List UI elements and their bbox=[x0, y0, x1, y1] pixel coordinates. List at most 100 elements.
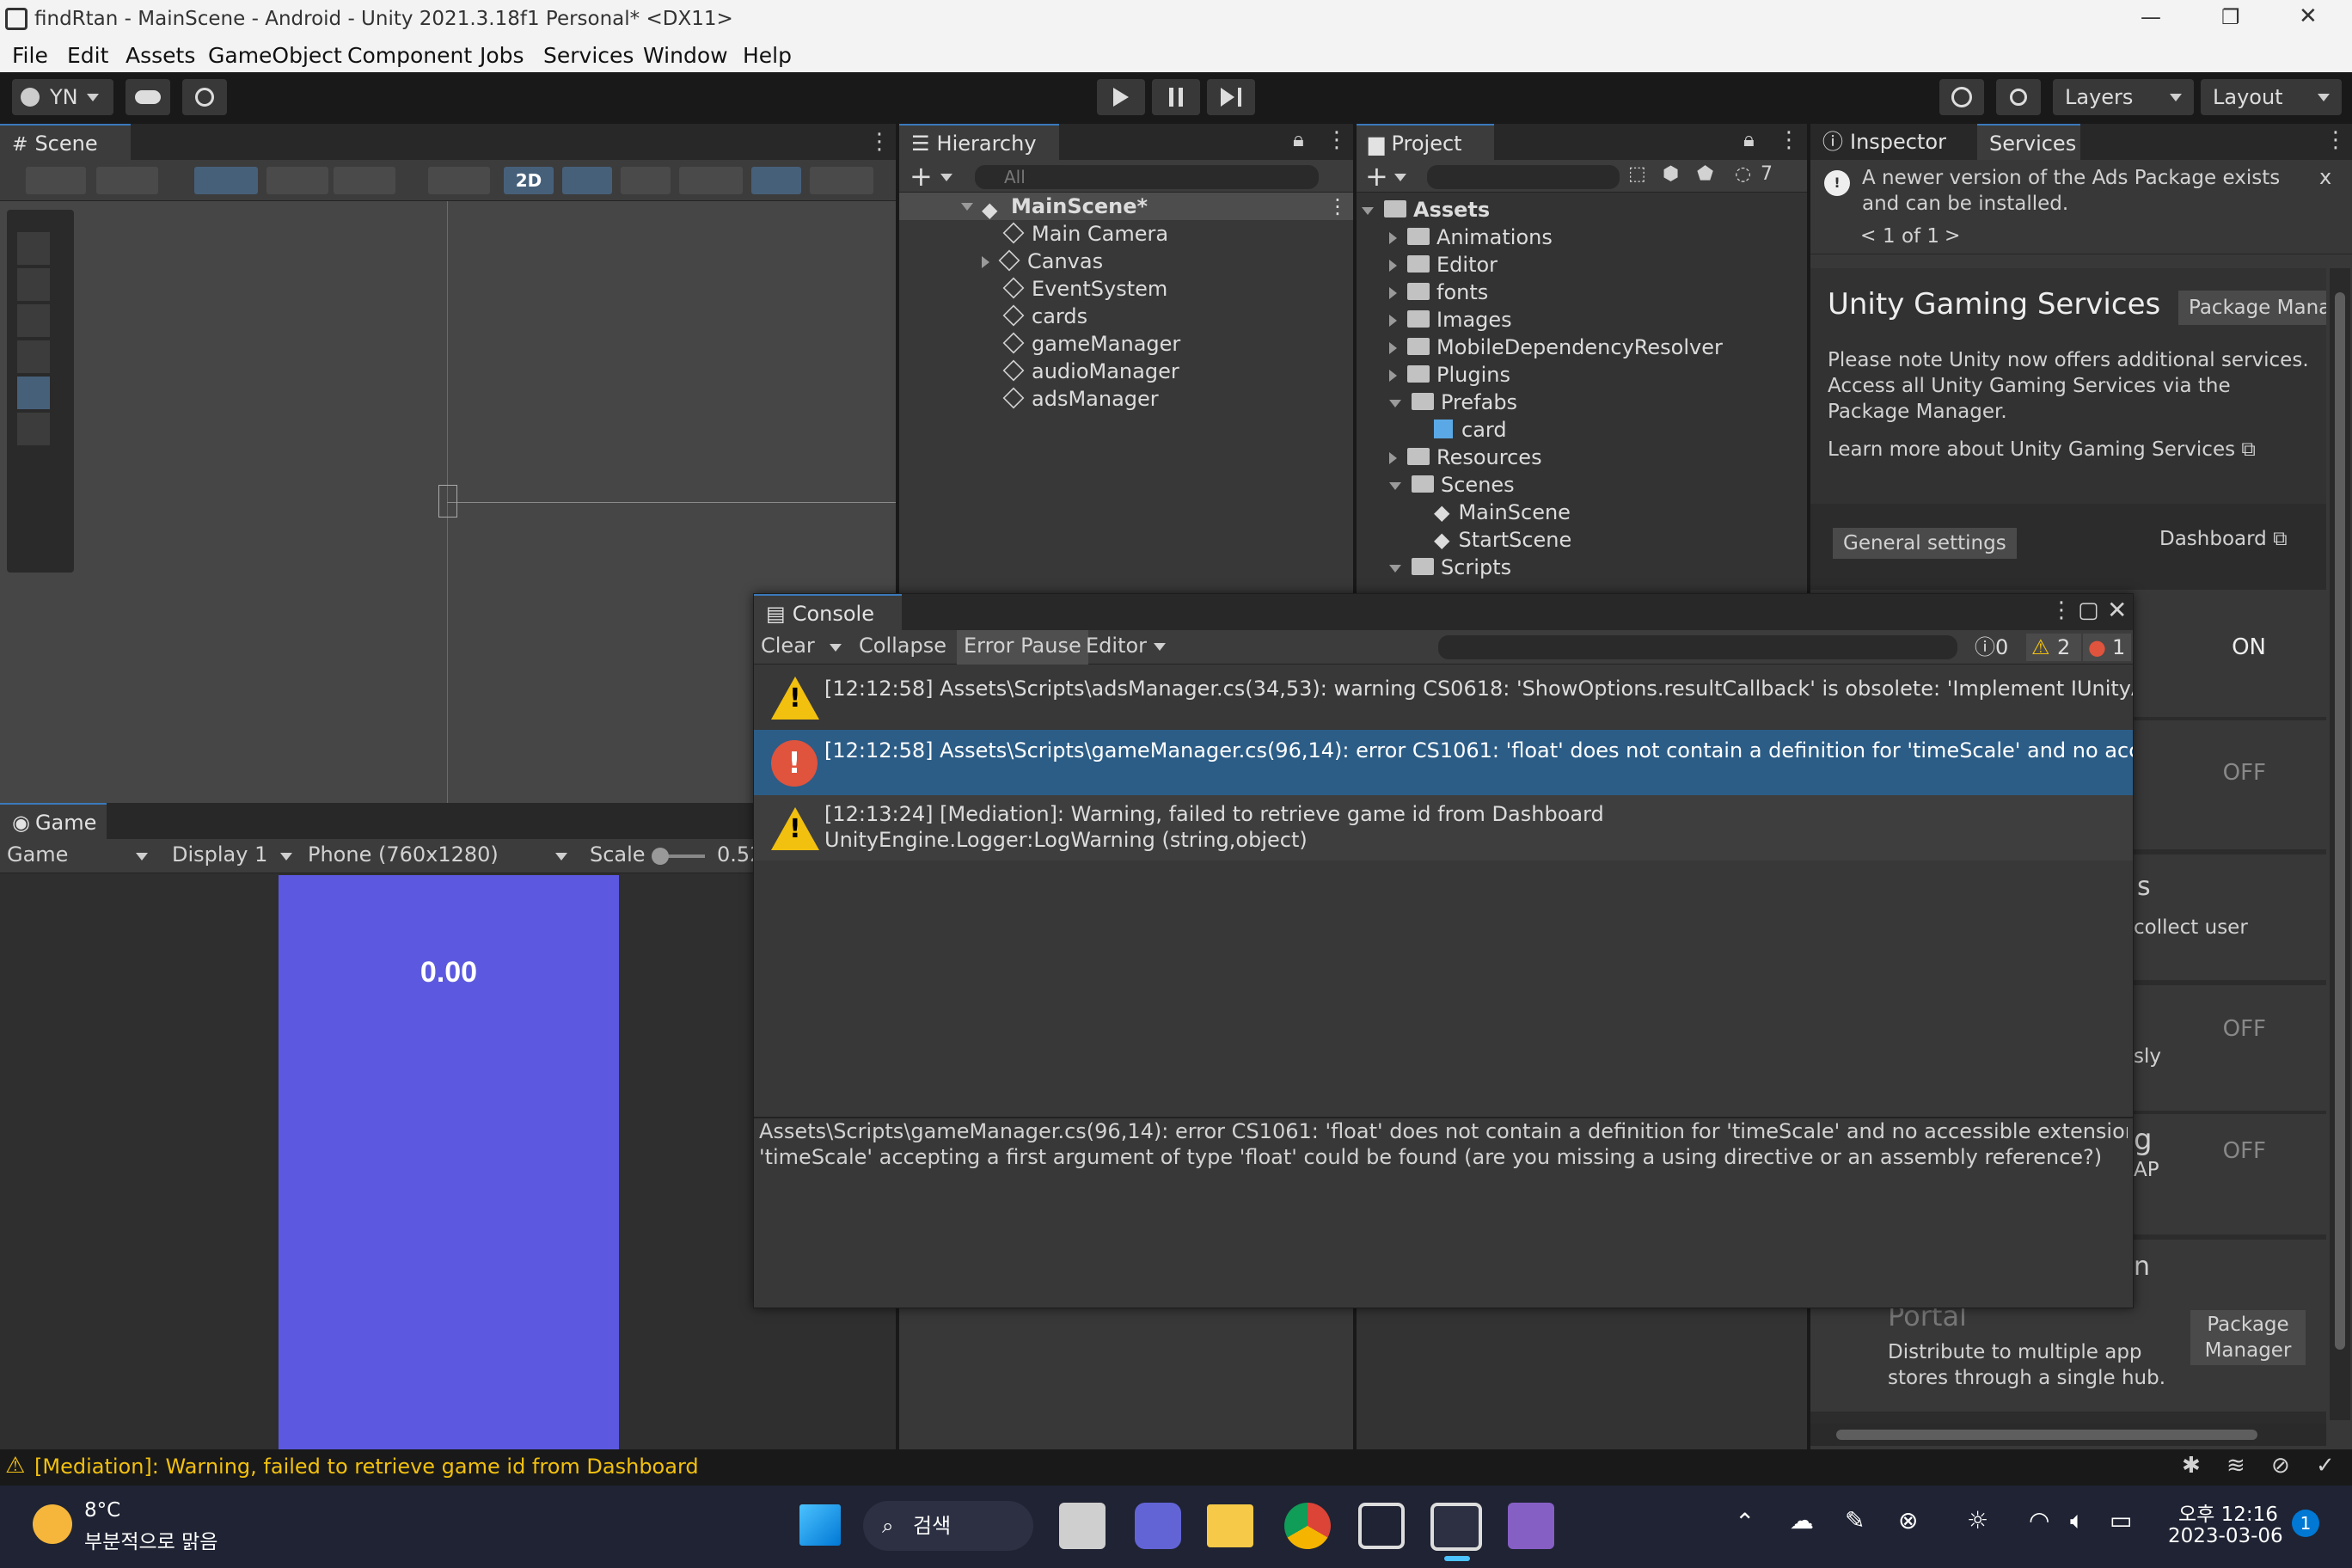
task-view-icon[interactable] bbox=[1059, 1503, 1106, 1549]
expand-arrow-icon[interactable] bbox=[961, 203, 973, 211]
close-button[interactable]: ✕ bbox=[2299, 3, 2318, 29]
check-icon[interactable]: ✓ bbox=[2316, 1453, 2335, 1479]
file-explorer-icon[interactable] bbox=[1207, 1504, 1253, 1547]
play-button[interactable] bbox=[1097, 79, 1145, 115]
rotate-tool-icon[interactable] bbox=[17, 304, 50, 337]
status-message[interactable]: [Mediation]: Warning, failed to retrieve… bbox=[34, 1455, 699, 1479]
clock-date[interactable]: 2023-03-06 bbox=[2168, 1525, 2283, 1547]
collapse-arrow-icon[interactable] bbox=[1389, 232, 1397, 244]
package-manager-button[interactable]: Package Manager bbox=[2190, 1310, 2306, 1365]
onedrive-icon[interactable]: ☁ bbox=[1790, 1506, 1814, 1534]
collapse-arrow-icon[interactable] bbox=[1389, 342, 1397, 354]
console-search-input[interactable] bbox=[1438, 635, 1957, 659]
hierarchy-search-input[interactable]: All bbox=[975, 165, 1319, 189]
audio-toggle[interactable] bbox=[621, 167, 671, 194]
expand-arrow-icon[interactable] bbox=[1389, 481, 1401, 490]
weather-icon[interactable] bbox=[33, 1504, 72, 1544]
project-folder-assets[interactable]: Assets bbox=[1362, 196, 1490, 224]
collapse-arrow-icon[interactable] bbox=[1389, 370, 1397, 382]
editor-dropdown[interactable]: Editor bbox=[1086, 634, 1166, 658]
history-button[interactable] bbox=[1939, 79, 1984, 115]
chevron-up-icon[interactable]: ⌃ bbox=[1735, 1508, 1755, 1536]
cloud-button[interactable] bbox=[126, 79, 170, 115]
tab-scene[interactable]: # Scene bbox=[0, 124, 131, 160]
wifi-icon[interactable]: ◠ bbox=[2029, 1506, 2049, 1534]
log-count-toggle[interactable]: ⓘ 0 bbox=[1969, 634, 2021, 661]
move-tool-icon[interactable] bbox=[17, 268, 50, 301]
project-menu-button[interactable]: ⋮ bbox=[1778, 127, 1800, 153]
canvas-handle[interactable] bbox=[438, 485, 457, 518]
project-asset[interactable]: card bbox=[1434, 416, 1507, 444]
general-settings-button[interactable]: General settings bbox=[1833, 528, 2017, 559]
expand-arrow-icon[interactable] bbox=[1362, 206, 1374, 215]
tab-console[interactable]: ▤ Console bbox=[754, 594, 902, 630]
tab-services[interactable]: Services bbox=[1977, 124, 2080, 160]
chevron-down-icon[interactable] bbox=[940, 174, 952, 181]
scale-tool-icon[interactable] bbox=[17, 340, 50, 373]
menu-window[interactable]: Window bbox=[643, 43, 728, 68]
project-folder[interactable]: Prefabs bbox=[1389, 389, 1517, 416]
services-scrollbar[interactable] bbox=[2330, 268, 2350, 1420]
rect-tool-icon[interactable] bbox=[17, 377, 50, 409]
weather-temp[interactable]: 8°C bbox=[84, 1499, 120, 1522]
toggle-off[interactable]: OFF bbox=[2223, 1138, 2266, 1164]
hand-tool-icon[interactable] bbox=[17, 232, 50, 265]
draw-mode-button[interactable] bbox=[96, 167, 158, 194]
toggle-off[interactable]: OFF bbox=[2223, 1016, 2266, 1042]
learn-more-link[interactable]: Learn more about Unity Gaming Services ⧉ bbox=[1828, 438, 2256, 461]
weather-desc[interactable]: 부분적으로 맑음 bbox=[84, 1525, 217, 1554]
pager-prev[interactable]: < bbox=[1860, 225, 1876, 247]
project-folder[interactable]: Scenes bbox=[1389, 471, 1515, 499]
project-folder[interactable]: Images bbox=[1389, 306, 1512, 334]
project-folder[interactable]: Plugins bbox=[1389, 361, 1510, 389]
scene-menu-button[interactable]: ⋮ bbox=[868, 129, 891, 155]
battery-icon[interactable]: ▭ bbox=[2110, 1506, 2132, 1534]
search-by-label-icon[interactable]: ⬢ bbox=[1663, 163, 1679, 185]
camera-dropdown[interactable] bbox=[810, 167, 873, 194]
hierarchy-item[interactable]: EventSystem bbox=[1002, 275, 1167, 303]
hidden-packages-icon[interactable]: ◌ bbox=[1735, 163, 1751, 185]
hidden-objects-toggle[interactable] bbox=[751, 167, 801, 194]
menu-file[interactable]: File bbox=[12, 43, 48, 68]
visual-studio-icon[interactable] bbox=[1508, 1503, 1554, 1549]
mode-2d-button[interactable]: 2D bbox=[504, 167, 554, 194]
project-folder[interactable]: Editor bbox=[1389, 251, 1498, 279]
taskbar-search[interactable]: ⌕ 검색 bbox=[863, 1501, 1033, 1551]
error-pause-button[interactable]: Error Pause bbox=[957, 630, 1088, 665]
collab-button[interactable] bbox=[182, 79, 227, 115]
menu-edit[interactable]: Edit bbox=[67, 43, 108, 68]
hierarchy-item[interactable]: Main Camera bbox=[1002, 220, 1168, 248]
chrome-icon[interactable] bbox=[1284, 1503, 1331, 1549]
close-icon[interactable]: x bbox=[2319, 165, 2331, 189]
resolution-dropdown[interactable]: Phone (760x1280) bbox=[308, 842, 574, 867]
error-count-toggle[interactable]: ● 1 bbox=[2083, 634, 2131, 661]
project-folder[interactable]: Animations bbox=[1389, 224, 1553, 251]
transform-tool-icon[interactable] bbox=[17, 413, 50, 445]
toggle-on[interactable]: ON bbox=[2232, 634, 2266, 660]
collapse-arrow-icon[interactable] bbox=[1389, 260, 1397, 272]
maximize-icon[interactable]: ▢ bbox=[2078, 597, 2099, 623]
chevron-down-icon[interactable] bbox=[830, 644, 842, 652]
menu-assets[interactable]: Assets bbox=[126, 43, 195, 68]
menu-jobs[interactable]: Jobs bbox=[480, 43, 524, 68]
lock-icon[interactable]: 🔒︎ bbox=[1293, 127, 1304, 151]
layers-dropdown[interactable]: Layers bbox=[2053, 79, 2194, 115]
start-button[interactable] bbox=[799, 1504, 841, 1546]
pager-next[interactable]: > bbox=[1945, 225, 1960, 247]
tab-hierarchy[interactable]: ☰ Hierarchy bbox=[899, 124, 1059, 160]
maximize-button[interactable]: ❐ bbox=[2221, 5, 2240, 29]
hierarchy-item[interactable]: cards bbox=[1002, 303, 1087, 330]
step-button[interactable] bbox=[1207, 79, 1255, 115]
grid-visibility-button[interactable] bbox=[334, 167, 395, 194]
account-dropdown[interactable]: YN bbox=[12, 79, 113, 115]
lighting-toggle[interactable] bbox=[562, 167, 612, 194]
pause-button[interactable] bbox=[1152, 79, 1200, 115]
hierarchy-item[interactable]: Canvas bbox=[982, 248, 1103, 275]
dashboard-link[interactable]: Dashboard ⧉ bbox=[2159, 528, 2288, 550]
menu-help[interactable]: Help bbox=[743, 43, 792, 68]
services-menu-button[interactable]: ⋮ bbox=[2324, 127, 2347, 153]
chevron-down-icon[interactable] bbox=[1394, 174, 1406, 181]
hierarchy-item[interactable]: adsManager bbox=[1002, 385, 1159, 413]
warning-count-toggle[interactable]: ⚠ 2 bbox=[2026, 634, 2081, 661]
display-dropdown[interactable]: Display 1 bbox=[172, 842, 297, 867]
